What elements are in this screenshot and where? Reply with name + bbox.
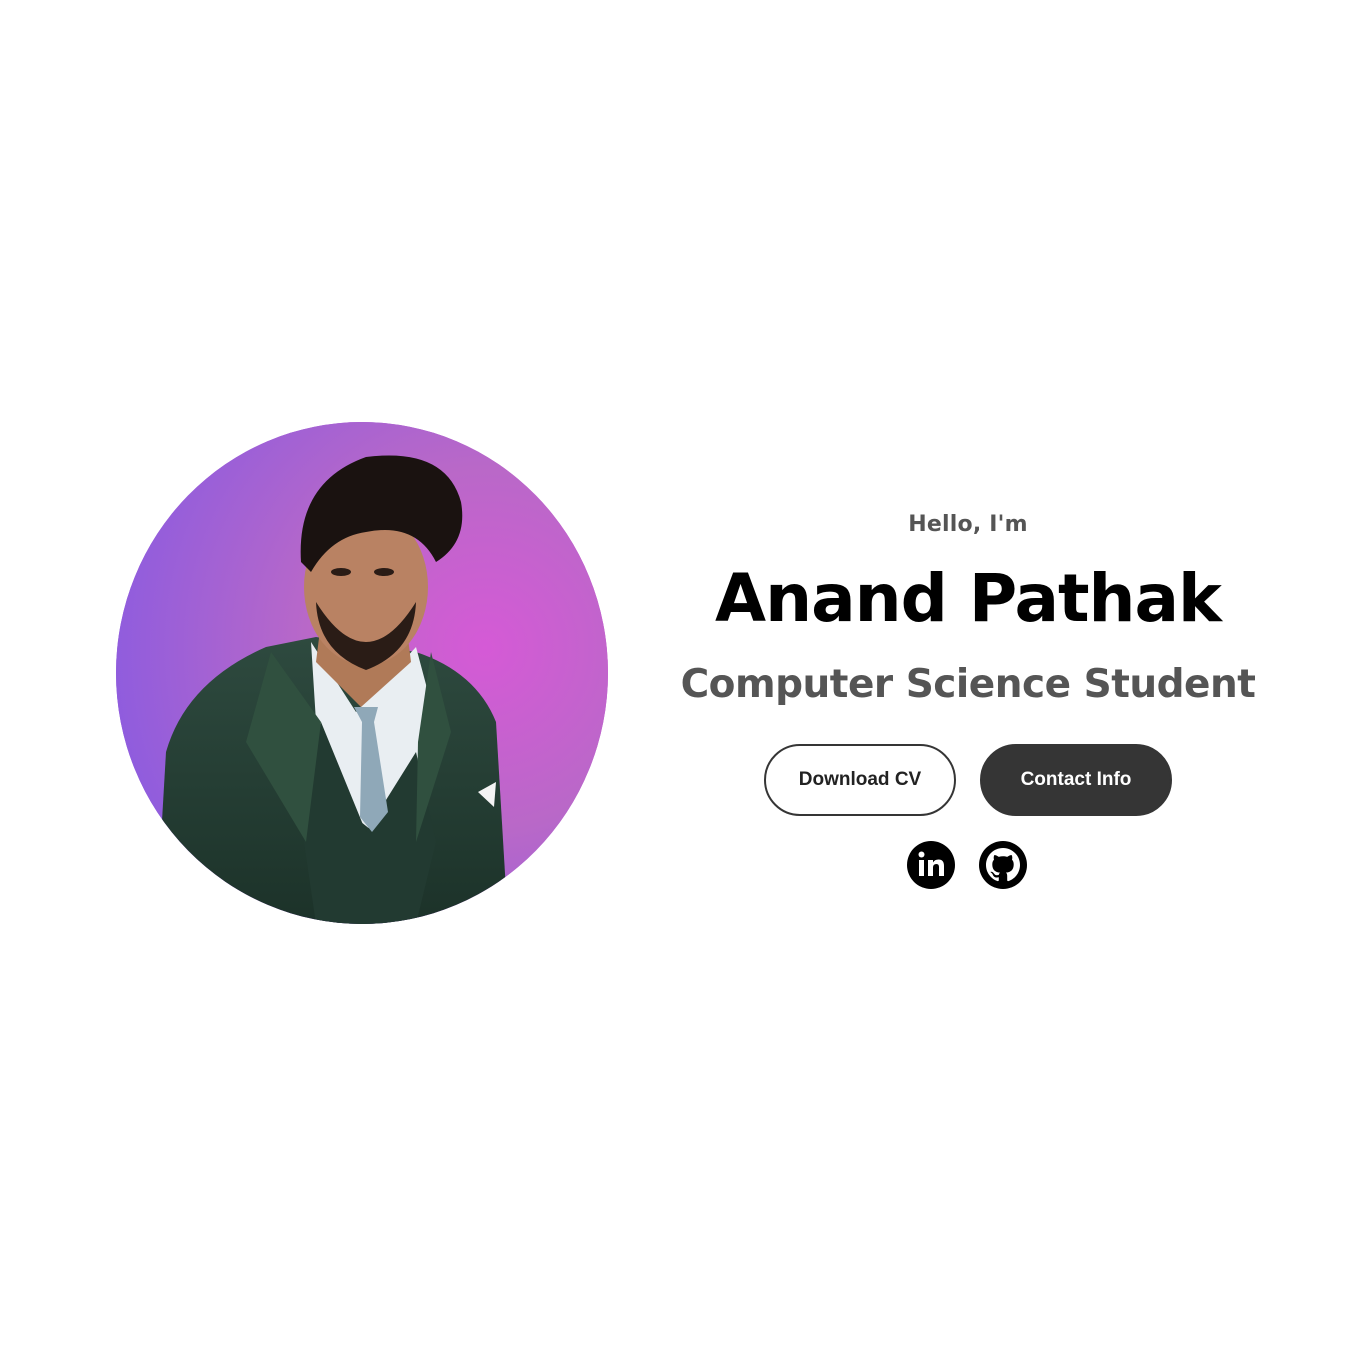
contact-info-button[interactable]: Contact Info — [980, 744, 1172, 816]
profile-section: Hello, I'm Anand Pathak Computer Science… — [0, 0, 1354, 1350]
profile-role: Computer Science Student — [680, 662, 1256, 707]
portrait-illustration — [116, 422, 608, 924]
social-links — [660, 841, 1276, 891]
github-icon[interactable] — [979, 841, 1027, 889]
linkedin-icon[interactable] — [907, 841, 955, 889]
greeting-text: Hello, I'm — [908, 512, 1028, 537]
download-cv-button[interactable]: Download CV — [764, 744, 956, 816]
profile-picture — [116, 422, 608, 924]
profile-name: Anand Pathak — [715, 560, 1222, 637]
